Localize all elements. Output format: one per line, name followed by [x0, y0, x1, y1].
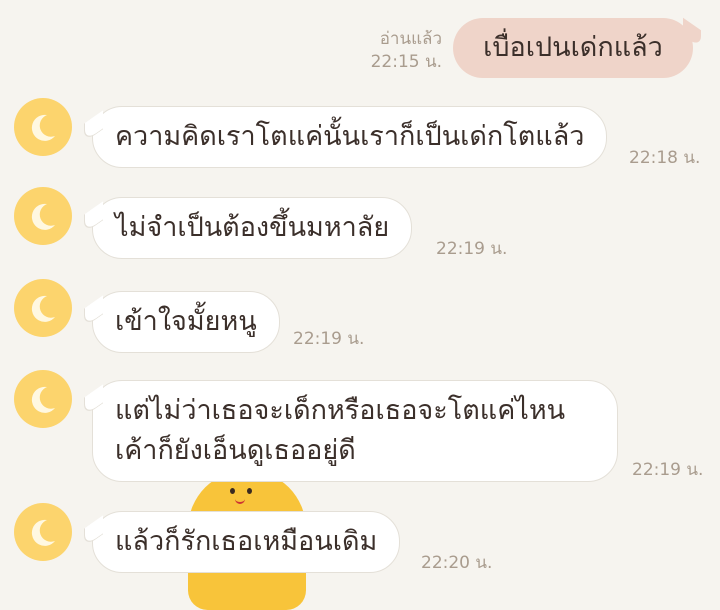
- crescent-moon-icon: [31, 519, 55, 546]
- message-text-line: เค้าก็ยังเอ็นดูเธออยู่ดี: [115, 435, 356, 466]
- message-text: ความคิดเราโตแค่นั้นเราก็เป็นเด่กโตแล้ว: [115, 121, 585, 152]
- message-time: 22:19 น.: [293, 329, 365, 349]
- message-text: ไม่จำเป็นต้องขึ้นมหาลัย: [115, 212, 390, 243]
- sent-time: 22:15 น.: [370, 52, 442, 72]
- message-text: แล้วก็รักเธอเหมือนเดิม: [115, 526, 378, 557]
- message-text-line: แต่ไม่ว่าเธอจะเด็กหรือเธอจะโตแค่ไหน: [115, 395, 566, 426]
- message-bubble[interactable]: ความคิดเราโตแค่นั้นเราก็เป็นเด่กโตแล้ว: [84, 106, 608, 168]
- message-bubble[interactable]: แต่ไม่ว่าเธอจะเด็กหรือเธอจะโตแค่ไหน เค้า…: [84, 380, 618, 482]
- sent-message-bubble[interactable]: เบื่อเปนเด่กแล้ว: [453, 17, 701, 78]
- message-time: 22:18 น.: [629, 148, 701, 168]
- message-time: 22:19 น.: [632, 460, 704, 480]
- crescent-moon-icon: [31, 295, 55, 322]
- crescent-moon-icon: [31, 386, 55, 413]
- message-time: 22:20 น.: [421, 553, 493, 573]
- avatar[interactable]: [14, 370, 72, 428]
- message-bubble[interactable]: แล้วก็รักเธอเหมือนเดิม: [84, 511, 401, 573]
- message-text: เข้าใจมั้ยหนู: [115, 306, 257, 337]
- message-time: 22:19 น.: [436, 239, 508, 259]
- read-status: อ่านแล้ว: [379, 29, 442, 49]
- message-bubble[interactable]: ไม่จำเป็นต้องขึ้นมหาลัย: [84, 197, 413, 259]
- avatar[interactable]: [14, 279, 72, 337]
- sent-message-text: เบื่อเปนเด่กแล้ว: [483, 32, 663, 63]
- crescent-moon-icon: [31, 114, 55, 141]
- sent-message-meta: อ่านแล้ว 22:15 น.: [371, 28, 442, 74]
- avatar[interactable]: [14, 503, 72, 561]
- message-bubble[interactable]: เข้าใจมั้ยหนู: [84, 291, 280, 353]
- avatar[interactable]: [14, 98, 72, 156]
- chat-area: อ่านแล้ว 22:15 น. เบื่อเปนเด่กแล้ว ความค…: [0, 0, 720, 610]
- crescent-moon-icon: [31, 203, 55, 230]
- avatar[interactable]: [14, 187, 72, 245]
